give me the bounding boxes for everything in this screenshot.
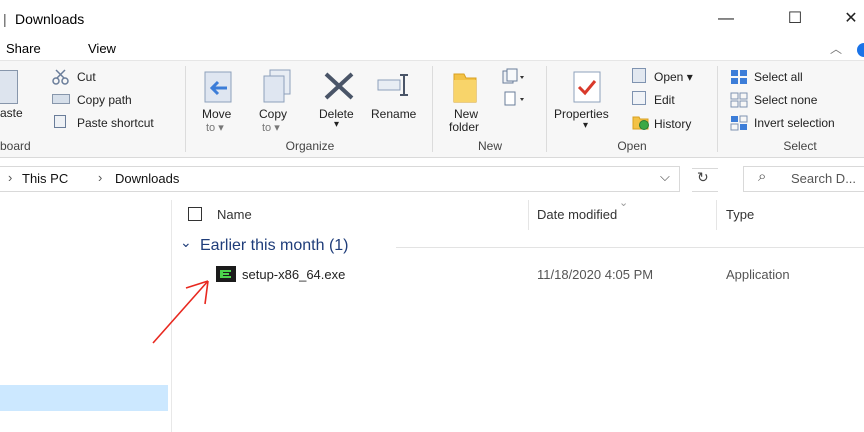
- properties-button[interactable]: Properties: [554, 107, 609, 121]
- file-name[interactable]: setup-x86_64.exe: [242, 267, 345, 282]
- properties-dropdown-arrow[interactable]: ▾: [583, 120, 588, 131]
- cut-icon: [52, 69, 70, 90]
- close-button[interactable]: ✕: [836, 6, 864, 32]
- paste-button[interactable]: aste: [0, 106, 23, 120]
- copy-to-icon: [262, 68, 294, 109]
- annotation-arrow-icon: [152, 280, 209, 344]
- edit-icon: [632, 91, 646, 105]
- window-title: Downloads: [15, 11, 85, 27]
- copy-to-arrow[interactable]: to ▾: [262, 121, 280, 134]
- edit-button[interactable]: Edit: [654, 93, 675, 107]
- group-separator: [717, 66, 718, 152]
- paste-shortcut-button[interactable]: Paste shortcut: [77, 116, 154, 130]
- column-header-name[interactable]: Name: [217, 207, 252, 222]
- select-all-button[interactable]: Select all: [754, 70, 803, 84]
- column-separator[interactable]: [528, 200, 529, 230]
- new-item-icon[interactable]: [501, 68, 525, 91]
- copy-to-button[interactable]: Copy: [259, 107, 287, 121]
- new-folder-icon: [452, 70, 480, 109]
- copy-path-button[interactable]: Copy path: [77, 93, 132, 107]
- history-button[interactable]: History: [654, 117, 691, 131]
- properties-icon: [572, 70, 602, 109]
- select-group-label: Select: [783, 139, 817, 153]
- group-collapse-icon[interactable]: ⌄: [180, 234, 192, 251]
- breadcrumb-chevron-icon[interactable]: ›: [8, 170, 12, 185]
- select-all-checkbox[interactable]: [188, 207, 202, 221]
- paste-shortcut-icon: [54, 115, 66, 128]
- history-icon: [632, 114, 650, 135]
- search-icon: ⌕: [758, 168, 767, 185]
- tab-view[interactable]: View: [88, 41, 116, 56]
- group-header-earlier-this-month[interactable]: Earlier this month (1): [200, 237, 349, 255]
- help-icon[interactable]: [857, 43, 864, 57]
- new-folder-button[interactable]: New: [454, 107, 478, 121]
- tab-share[interactable]: Share: [6, 41, 41, 56]
- column-separator[interactable]: [716, 200, 717, 230]
- ribbon-tabs: [0, 38, 864, 60]
- rename-button[interactable]: Rename: [371, 107, 416, 121]
- nav-selected-item[interactable]: [0, 385, 168, 411]
- select-none-icon: [730, 92, 748, 113]
- rename-icon: [376, 72, 412, 103]
- easy-access-icon[interactable]: [501, 90, 525, 113]
- maximize-button[interactable]: ☐: [780, 6, 810, 32]
- collapse-ribbon-icon[interactable]: ︿: [830, 40, 842, 57]
- select-none-button[interactable]: Select none: [754, 93, 817, 107]
- group-divider: [396, 247, 864, 248]
- select-all-icon: [730, 69, 748, 90]
- paste-icon[interactable]: [0, 70, 18, 104]
- breadcrumb-this-pc[interactable]: This PC: [22, 171, 68, 186]
- refresh-icon[interactable]: ↻: [697, 169, 709, 186]
- address-dropdown-icon[interactable]: ⌵: [660, 169, 670, 185]
- breadcrumb-separator-icon[interactable]: ›: [98, 170, 102, 185]
- open-button[interactable]: Open ▾: [654, 70, 693, 84]
- file-type: Application: [726, 267, 790, 282]
- file-date-modified: 11/18/2020 4:05 PM: [537, 267, 654, 282]
- column-header-date-modified[interactable]: Date modified: [537, 207, 617, 222]
- minimize-button[interactable]: —: [711, 6, 741, 32]
- invert-selection-button[interactable]: Invert selection: [754, 116, 835, 130]
- open-group-label: Open: [617, 139, 647, 153]
- delete-icon: [322, 70, 356, 107]
- new-group-label: New: [477, 139, 502, 153]
- cut-button[interactable]: Cut: [77, 70, 96, 84]
- group-separator: [546, 66, 547, 152]
- copy-path-icon: [52, 94, 70, 104]
- group-separator: [185, 66, 186, 152]
- title-separator: |: [3, 11, 7, 27]
- move-to-arrow[interactable]: to ▾: [206, 121, 224, 134]
- open-icon: [632, 68, 646, 83]
- move-to-button[interactable]: Move: [202, 107, 231, 121]
- sort-indicator-icon: ⌄: [619, 197, 629, 209]
- invert-selection-icon: [730, 115, 748, 136]
- breadcrumb-downloads[interactable]: Downloads: [115, 171, 179, 186]
- column-header-type[interactable]: Type: [726, 207, 754, 222]
- organize-group-label: Organize: [285, 139, 335, 153]
- delete-dropdown-arrow[interactable]: ▾: [334, 119, 339, 130]
- new-folder-button-line2[interactable]: folder: [449, 120, 479, 134]
- search-placeholder[interactable]: Search D...: [791, 171, 856, 186]
- move-to-icon: [203, 70, 235, 109]
- clipboard-group-label: board: [0, 139, 31, 153]
- group-separator: [432, 66, 433, 152]
